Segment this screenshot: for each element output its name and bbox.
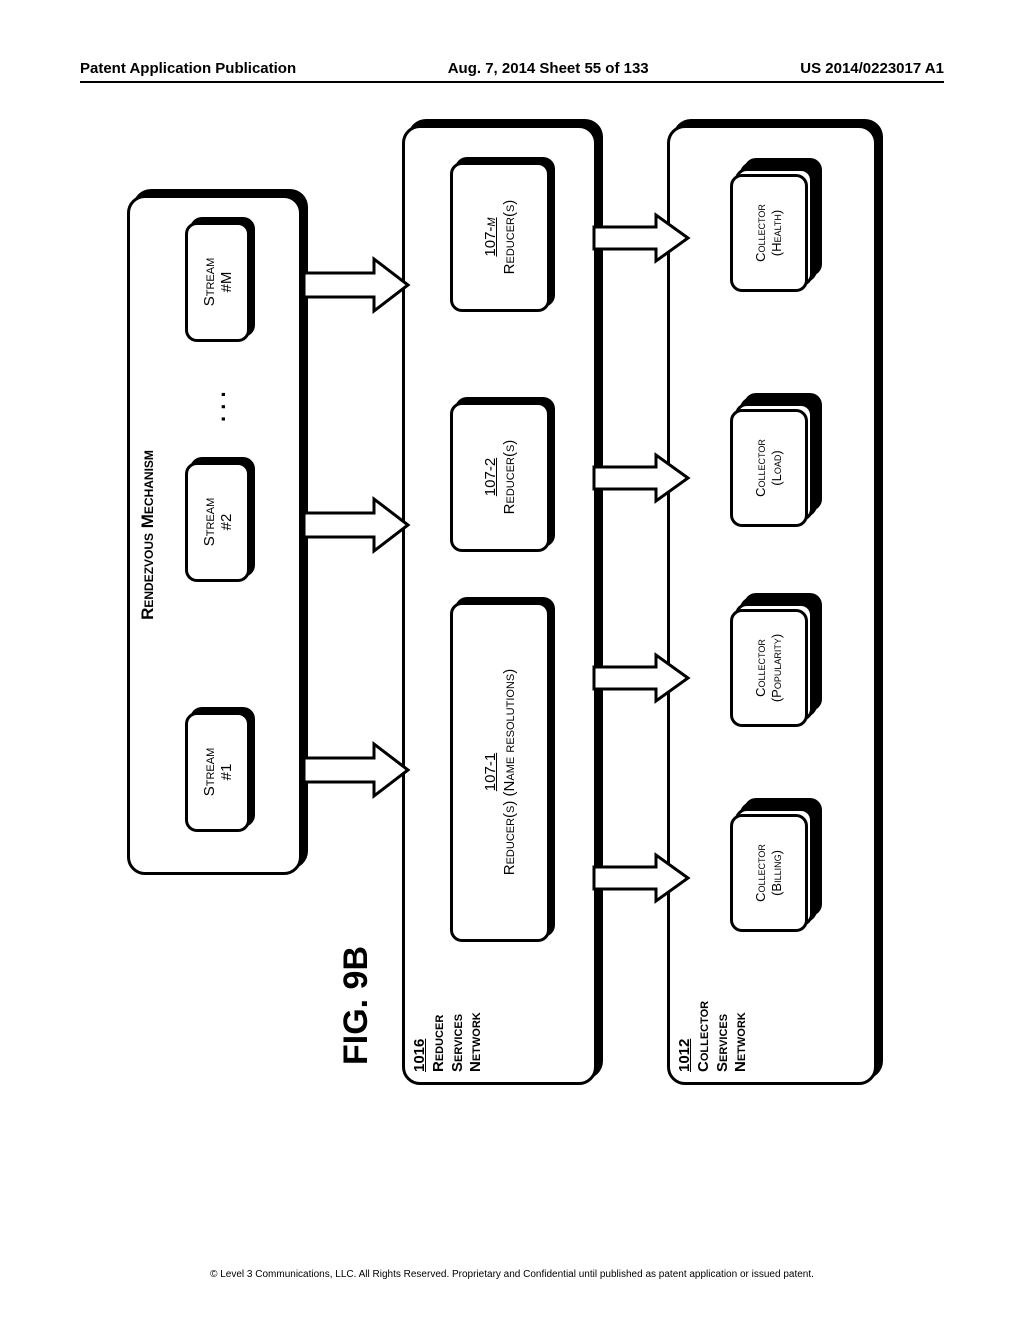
stream-m-line1: Stream (201, 258, 218, 307)
reducer-network-l3: Network (467, 1012, 484, 1072)
stream-1-line2: #1 (218, 764, 235, 781)
collector-network-l2: Services (714, 1014, 731, 1072)
collector-health-l2: (Health) (769, 210, 785, 256)
collector-load-l1: Collector (753, 439, 769, 497)
stream-2-line2: #2 (218, 514, 235, 531)
stream-m-line2: #M (218, 272, 235, 293)
collector-popularity-l1: Collector (753, 639, 769, 697)
header-right: US 2014/0223017 A1 (800, 60, 944, 77)
collector-stack-billing: Collector (Billing) (730, 802, 820, 932)
reducer-m-label: Reducer(s) (501, 200, 518, 275)
stream-box-m: Stream #M (185, 222, 250, 342)
reducer-box-2: 107-2 Reducer(s) (450, 402, 550, 552)
stream-1-line1: Stream (201, 748, 218, 797)
reducer-1-label: Reducer(s) (Name resolutions) (501, 669, 518, 875)
reducer-box-m: 107-m Reducer(s) (450, 162, 550, 312)
collector-services-network-box: 1012 Collector Services Network Collecto… (667, 125, 877, 1085)
collector-network-l3: Network (732, 1012, 749, 1072)
reducer-m-id: 107-m (482, 217, 499, 256)
reducer-2-label: Reducer(s) (501, 440, 518, 515)
reducer-network-l1: Reducer (430, 1015, 447, 1072)
collector-stack-load: Collector (Load) (730, 397, 820, 527)
arrow-stream1-reducer1 (302, 740, 412, 800)
collector-stack-health: Collector (Health) (730, 162, 820, 292)
reducer-1-id: 107-1 (482, 753, 499, 791)
reducer-box-1: 107-1 Reducer(s) (Name resolutions) (450, 602, 550, 942)
header-left: Patent Application Publication (80, 60, 296, 77)
reducer-network-label: 1016 Reducer Services Network (411, 1012, 486, 1072)
page-footer: © Level 3 Communications, LLC. All Right… (0, 1269, 1024, 1280)
arrow-streamm-reducerm (302, 255, 412, 315)
page-header: Patent Application Publication Aug. 7, 2… (80, 60, 944, 83)
rendezvous-mechanism-box: Rendezvous Mechanism Stream #1 Stream #2… (127, 195, 302, 875)
collector-billing-l2: (Billing) (769, 850, 785, 896)
stream-box-1: Stream #1 (185, 712, 250, 832)
arrow-reducer1-collector-popularity (592, 651, 692, 705)
arrow-stream2-reducer2 (302, 495, 412, 555)
collector-billing-l1: Collector (753, 844, 769, 902)
collector-load-l2: (Load) (769, 450, 785, 485)
stream-2-line1: Stream (201, 498, 218, 547)
collector-network-ref: 1012 (676, 1001, 695, 1072)
figure-diagram: FIG. 9B Rendezvous Mechanism Stream #1 S… (127, 221, 897, 1085)
reducer-network-l2: Services (449, 1014, 466, 1072)
collector-network-label: 1012 Collector Services Network (676, 1001, 751, 1072)
reducer-services-network-box: 1016 Reducer Services Network 107-1 Redu… (402, 125, 597, 1085)
collector-popularity-l2: (Popularity) (769, 634, 785, 702)
collector-network-l1: Collector (695, 1001, 712, 1072)
arrow-reducer2-collector-load (592, 451, 692, 505)
collector-stack-popularity: Collector (Popularity) (730, 597, 820, 727)
ellipsis: . . . (205, 391, 231, 422)
arrow-reducerm-collector-health (592, 211, 692, 265)
stream-box-2: Stream #2 (185, 462, 250, 582)
reducer-2-id: 107-2 (482, 458, 499, 496)
rendezvous-title: Rendezvous Mechanism (138, 210, 158, 860)
header-center: Aug. 7, 2014 Sheet 55 of 133 (448, 60, 649, 77)
collector-health-l1: Collector (753, 204, 769, 262)
reducer-network-ref: 1016 (411, 1012, 430, 1072)
figure-label: FIG. 9B (337, 946, 376, 1065)
arrow-reducer1-collector-billing (592, 851, 692, 905)
